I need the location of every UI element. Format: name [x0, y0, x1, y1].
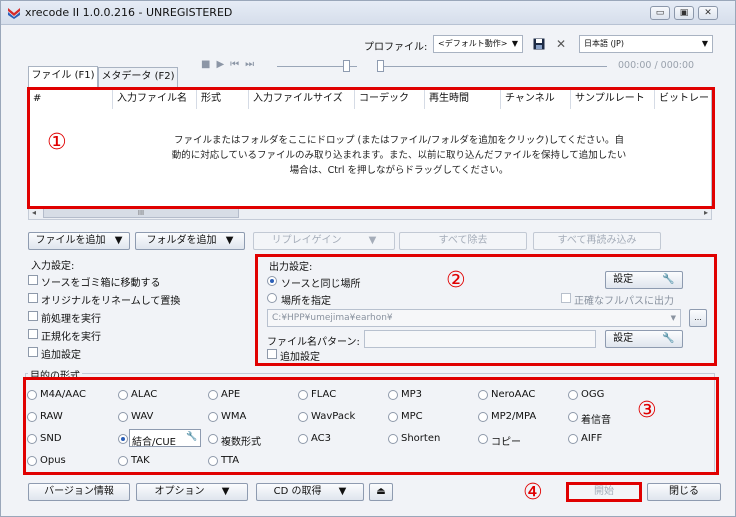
chevron-down-icon: ▼ — [368, 235, 377, 246]
play-icon[interactable]: ▶ — [216, 59, 230, 70]
normalize-checkbox[interactable] — [28, 329, 38, 339]
chevron-down-icon: ▼ — [701, 39, 708, 48]
input-extra-settings-checkbox[interactable] — [28, 347, 38, 357]
annotation-box-1 — [27, 87, 715, 209]
replaygain-button[interactable]: リプレイゲイン ▼ — [253, 232, 395, 250]
reload-all-button[interactable]: すべて再読み込み — [533, 232, 661, 250]
profile-select-value: <デフォルト動作> — [438, 39, 508, 48]
window-title: xrecode II 1.0.0.216 - UNREGISTERED — [25, 6, 233, 19]
cd-fetch-label: CD の取得 — [273, 486, 322, 497]
input-settings-title: 入力設定: — [31, 261, 75, 272]
tab-files[interactable]: ファイル (F1) — [28, 66, 98, 87]
annotation-number-1: ① — [47, 130, 67, 155]
rename-replace-label: オリジナルをリネームして置換 — [41, 296, 181, 307]
input-extra-settings-label: 追加設定 — [41, 350, 81, 361]
language-select[interactable]: 日本語 (JP) ▼ — [579, 35, 713, 53]
replaygain-label: リプレイゲイン — [271, 235, 342, 246]
minimize-button[interactable]: ▭ — [650, 6, 670, 20]
prev-icon[interactable]: ⏮ — [230, 59, 245, 70]
preprocess-label: 前処理を実行 — [41, 314, 101, 325]
eject-icon[interactable]: ⏏ — [369, 483, 393, 501]
maximize-button[interactable]: ▣ — [674, 6, 694, 20]
rename-replace-checkbox[interactable] — [28, 293, 38, 303]
add-file-label: ファイルを追加 — [35, 235, 106, 246]
version-info-button[interactable]: バージョン情報 — [28, 483, 130, 501]
annotation-number-4: ④ — [523, 480, 543, 505]
seek-slider-track — [379, 66, 607, 67]
annotation-box-2 — [255, 254, 717, 366]
annotation-number-3: ③ — [637, 398, 657, 423]
chevron-down-icon: ▼ — [225, 235, 234, 246]
app-window: xrecode II 1.0.0.216 - UNREGISTERED ▭ ▣ … — [0, 0, 736, 517]
chevron-down-icon: ▼ — [114, 235, 123, 246]
add-folder-button[interactable]: フォルダを追加 ▼ — [135, 232, 245, 250]
profile-select[interactable]: <デフォルト動作> ▼ — [433, 35, 523, 53]
add-folder-label: フォルダを追加 — [146, 235, 217, 246]
chevron-down-icon: ▼ — [338, 486, 347, 497]
add-file-button[interactable]: ファイルを追加 ▼ — [28, 232, 130, 250]
scroll-right-icon[interactable]: ▸ — [704, 208, 708, 217]
chevron-down-icon: ▼ — [511, 39, 518, 48]
annotation-box-4 — [566, 482, 642, 502]
app-logo-icon — [8, 8, 20, 19]
move-to-trash-label: ソースをゴミ箱に移動する — [41, 278, 161, 289]
player-controls: ■▶⏮⏭ — [201, 59, 260, 70]
close-button[interactable]: 閉じる — [647, 483, 721, 501]
scroll-left-icon[interactable]: ◂ — [32, 208, 36, 217]
seek-slider-handle[interactable] — [377, 60, 384, 72]
options-label: オプション — [154, 486, 205, 497]
language-select-value: 日本語 (JP) — [584, 39, 624, 48]
close-window-button[interactable]: ✕ — [698, 6, 718, 20]
floppy-icon[interactable] — [533, 38, 545, 50]
stop-icon[interactable]: ■ — [201, 59, 216, 70]
cd-fetch-button[interactable]: CD の取得 ▼ — [256, 483, 364, 501]
remove-all-button[interactable]: すべて除去 — [399, 232, 527, 250]
annotation-number-2: ② — [446, 268, 466, 293]
preprocess-checkbox[interactable] — [28, 311, 38, 321]
profile-label: プロファイル: — [364, 42, 428, 53]
time-display: 000:00 / 000:00 — [618, 60, 695, 71]
volume-slider-handle[interactable] — [343, 60, 350, 72]
title-bar: xrecode II 1.0.0.216 - UNREGISTERED ▭ ▣ … — [1, 1, 735, 25]
close-profile-icon[interactable]: ✕ — [556, 37, 566, 51]
move-to-trash-checkbox[interactable] — [28, 275, 38, 285]
scrollbar-thumb[interactable]: III — [43, 208, 239, 218]
next-icon[interactable]: ⏭ — [245, 59, 260, 70]
annotation-box-3 — [23, 377, 719, 475]
normalize-label: 正規化を実行 — [41, 332, 101, 343]
options-button[interactable]: オプション ▼ — [136, 483, 248, 501]
chevron-down-icon: ▼ — [221, 486, 230, 497]
tab-metadata[interactable]: メタデータ (F2) — [98, 67, 178, 87]
